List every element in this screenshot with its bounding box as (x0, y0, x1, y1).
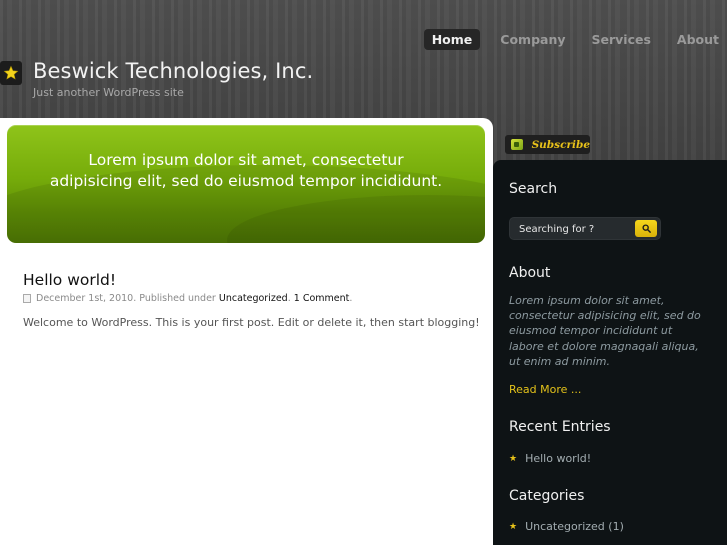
about-text: Lorem ipsum dolor sit amet, consectetur … (509, 294, 701, 368)
post-date: December 1st, 2010. Published under (36, 293, 216, 304)
search-box (509, 217, 661, 240)
post-meta: December 1st, 2010. Published under Unca… (23, 293, 352, 304)
nav-company[interactable]: Company (492, 29, 573, 50)
subscribe-button[interactable]: Subscribe (505, 135, 590, 154)
recent-entries-heading: Recent Entries (509, 419, 611, 435)
about-heading: About (509, 265, 551, 281)
nav-services[interactable]: Services (584, 29, 659, 50)
main-content: Lorem ipsum dolor sit amet, consectetur … (0, 118, 493, 545)
post-comments-link[interactable]: 1 Comment (294, 293, 350, 304)
site-tagline: Just another WordPress site (33, 86, 184, 99)
post-title[interactable]: Hello world! (23, 271, 116, 289)
recent-entry-item[interactable]: ★ Hello world! (509, 452, 591, 465)
recent-entry-label: Hello world! (525, 452, 592, 465)
search-heading: Search (509, 181, 558, 197)
main-nav: Home Company Services About (423, 29, 727, 50)
hero-text: Lorem ipsum dolor sit amet, consectetur … (49, 151, 443, 190)
site-title[interactable]: Beswick Technologies, Inc. (33, 59, 313, 83)
document-icon (23, 294, 31, 303)
subscribe-label: Subscribe (531, 138, 590, 151)
read-more-link[interactable]: Read More ... (509, 383, 581, 396)
sidebar: Search About Lorem ipsum dolor sit amet,… (493, 160, 727, 545)
rss-icon (511, 139, 523, 150)
search-input[interactable] (519, 222, 629, 236)
post-category-link[interactable]: Uncategorized (219, 293, 288, 304)
logo-star-icon[interactable] (0, 61, 22, 85)
post-meta-end: . (349, 293, 353, 304)
post-body: Welcome to WordPress. This is your first… (23, 316, 480, 329)
star-icon (3, 65, 19, 80)
search-icon (641, 224, 651, 233)
category-label: Uncategorized (1) (525, 520, 624, 533)
star-bullet-icon: ★ (509, 453, 518, 464)
hero-banner: Lorem ipsum dolor sit amet, consectetur … (7, 125, 485, 243)
categories-heading: Categories (509, 488, 585, 504)
star-bullet-icon: ★ (509, 521, 518, 532)
search-button[interactable] (635, 220, 657, 237)
category-item[interactable]: ★ Uncategorized (1) (509, 520, 624, 533)
nav-home[interactable]: Home (423, 29, 481, 50)
nav-about[interactable]: About (669, 29, 727, 50)
